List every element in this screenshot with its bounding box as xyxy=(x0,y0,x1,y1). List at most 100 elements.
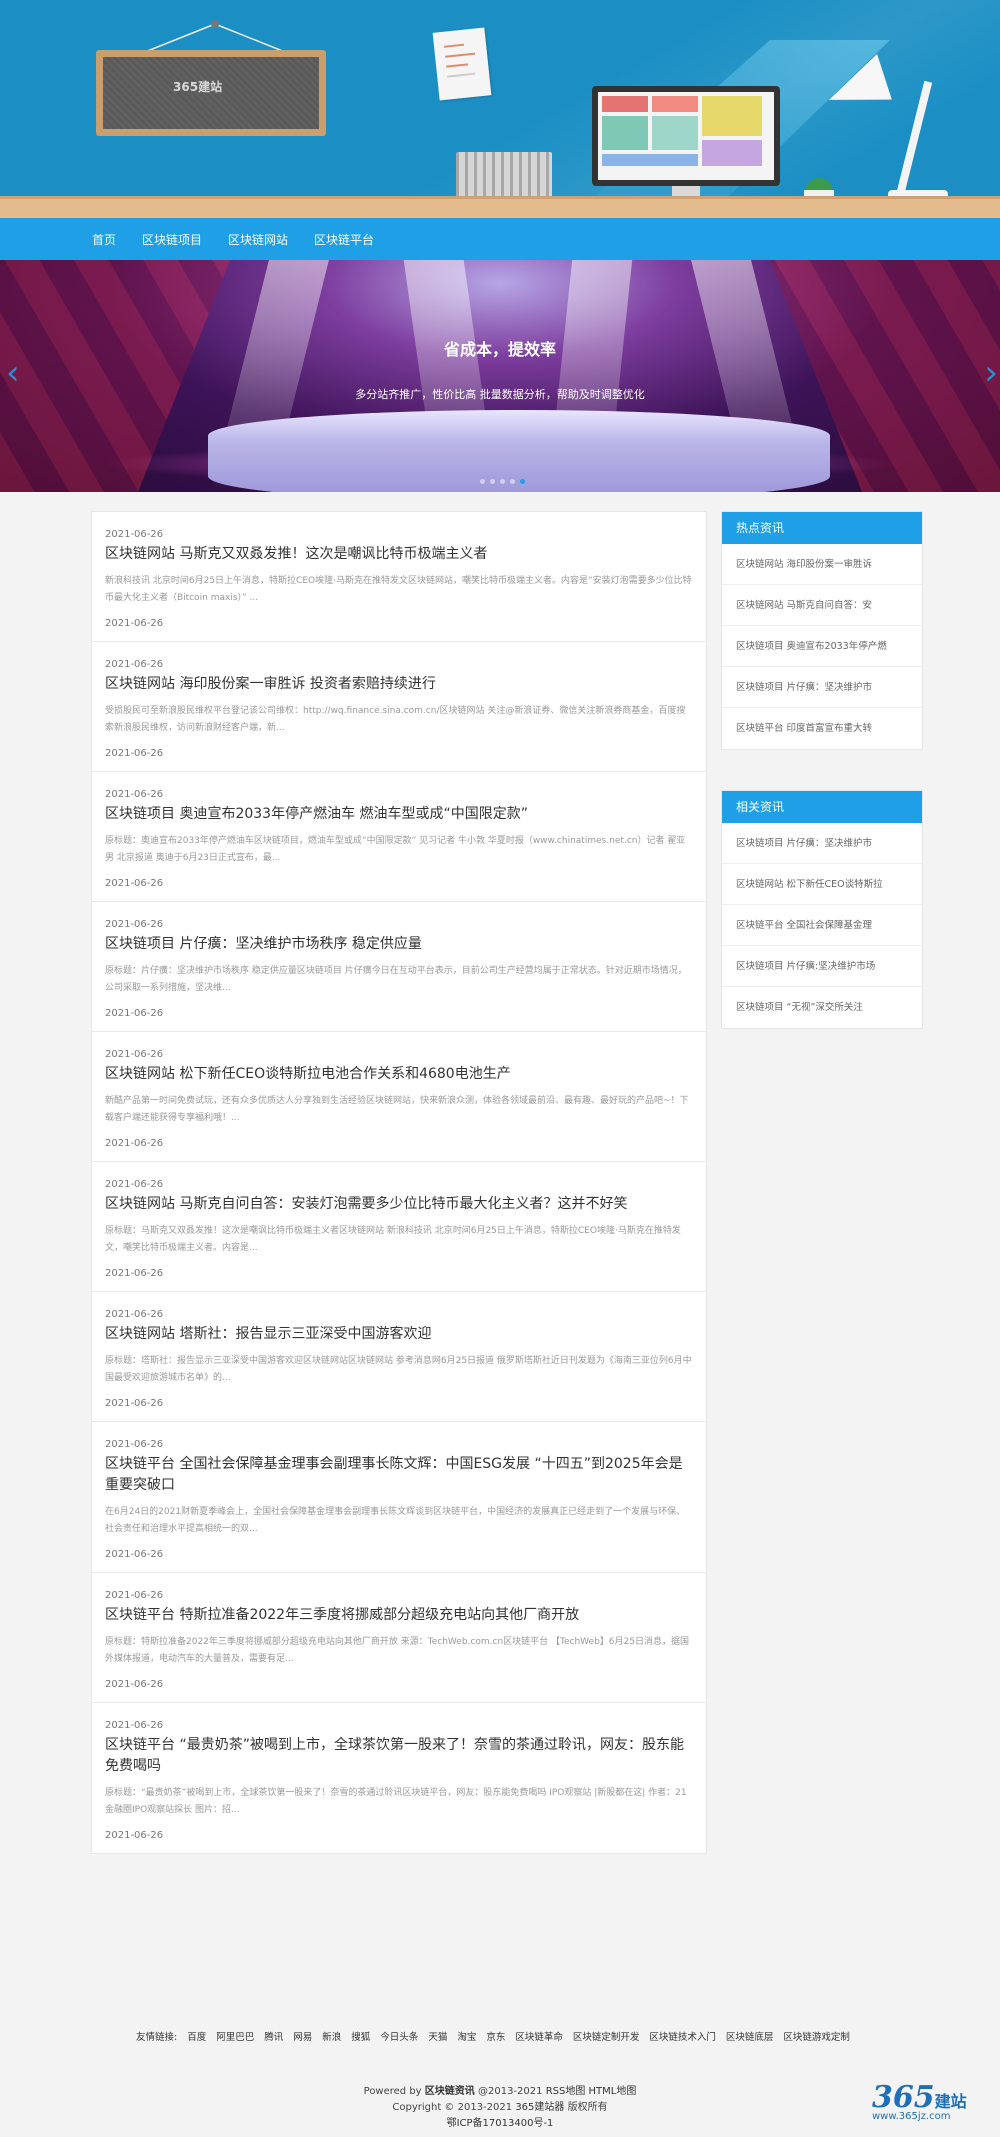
banner-dot[interactable] xyxy=(480,479,485,484)
article-title-link[interactable]: 区块链网站 塔斯社：报告显示三亚深受中国游客欢迎 xyxy=(105,1324,693,1345)
copyright-link[interactable]: 365建站器 xyxy=(515,2102,564,2113)
related-news-link[interactable]: 区块链项目 片仔癀：坚决维护市 xyxy=(722,823,922,864)
article-date: 2021-06-26 xyxy=(105,789,164,800)
friend-link[interactable]: 搜狐 xyxy=(351,2029,370,2043)
copyright-suffix: 版权所有 xyxy=(567,2102,608,2113)
watermark-url: www.365jz.com xyxy=(872,2111,951,2122)
friend-link[interactable]: 区块链革命 xyxy=(515,2029,563,2043)
footer-powered: Powered by 区块链资讯 @2013-2021 RSS地图 HTML地图 xyxy=(0,2082,1000,2097)
server-rack xyxy=(456,152,552,198)
article-summary: 原标题：马斯克又双叒发推！这次是嘲讽比特币极端主义者区块链网站 新浪科技讯 北京… xyxy=(105,1226,681,1253)
friend-link[interactable]: 阿里巴巴 xyxy=(216,2029,254,2043)
article-title-link[interactable]: 区块链平台 全国社会保障基金理事会副理事长陈文辉：中国ESG发展 “十四五”到2… xyxy=(105,1454,693,1496)
article-title-link[interactable]: 区块链项目 奥迪宣布2033年停产燃油车 燃油车型或成“中国限定款” xyxy=(105,804,693,825)
article-footer-date: 2021-06-26 xyxy=(105,1679,164,1690)
nav-item-blockchain-websites[interactable]: 区块链网站 xyxy=(228,231,288,248)
friend-link[interactable]: 区块链游戏定制 xyxy=(783,2029,850,2043)
friend-link[interactable]: 今日头条 xyxy=(380,2029,418,2043)
article-footer-date: 2021-06-26 xyxy=(105,1830,164,1841)
friend-links: 友情链接: 百度 阿里巴巴 腾讯 网易 新浪 搜狐 今日头条 天猫 淘宝 京东 … xyxy=(136,2029,850,2043)
related-news-link[interactable]: 区块链网站 松下新任CEO谈特斯拉 xyxy=(722,864,922,905)
article-footer-date: 2021-06-26 xyxy=(105,748,164,759)
html-map-link[interactable]: HTML地图 xyxy=(589,2086,637,2097)
article-item: 2021-06-26 区块链网站 松下新任CEO谈特斯拉电池合作关系和4680电… xyxy=(92,1032,706,1162)
friend-link[interactable]: 腾讯 xyxy=(264,2029,283,2043)
banner-dot[interactable] xyxy=(510,479,515,484)
article-date: 2021-06-26 xyxy=(105,1179,164,1190)
friend-link[interactable]: 网易 xyxy=(293,2029,312,2043)
powered-year: @2013-2021 xyxy=(477,2086,543,2097)
nav-item-home[interactable]: 首页 xyxy=(92,231,116,248)
friend-link[interactable]: 百度 xyxy=(187,2029,206,2043)
powered-label: Powered by xyxy=(363,2086,422,2097)
article-item: 2021-06-26 区块链平台 全国社会保障基金理事会副理事长陈文辉：中国ES… xyxy=(92,1422,706,1573)
article-summary: 原标题：奥迪宣布2033年停产燃油车区块链项目，燃油车型或成“中国限定款” 见习… xyxy=(105,836,686,863)
article-footer-date: 2021-06-26 xyxy=(105,618,164,629)
article-title-link[interactable]: 区块链项目 片仔癀：坚决维护市场秩序 稳定供应量 xyxy=(105,934,693,955)
banner-dot-active[interactable] xyxy=(520,479,525,484)
friend-link[interactable]: 天猫 xyxy=(428,2029,447,2043)
friend-link[interactable]: 淘宝 xyxy=(457,2029,476,2043)
footer-copyright: Copyright © 2013-2021 365建站器 版权所有 xyxy=(0,2098,1000,2113)
nav-item-blockchain-platforms[interactable]: 区块链平台 xyxy=(314,231,374,248)
friend-link[interactable]: 区块链定制开发 xyxy=(573,2029,640,2043)
article-item: 2021-06-26 区块链网站 海印股份案一审胜诉 投资者索赔持续进行 受损股… xyxy=(92,642,706,772)
icp-link[interactable]: 鄂ICP备17013400号-1 xyxy=(447,2118,554,2129)
hot-news-link[interactable]: 区块链网站 海印股份案一审胜诉 xyxy=(722,544,922,585)
article-date: 2021-06-26 xyxy=(105,1309,164,1320)
article-summary: 原标题：“最贵奶茶”被喝到上市，全球茶饮第一股来了！奈雪的茶通过聆讯区块链平台，… xyxy=(105,1788,687,1815)
banner-title: 省成本，提效率 xyxy=(443,340,556,359)
powered-link[interactable]: 区块链资讯 xyxy=(425,2086,475,2097)
board-logo: 365建站 xyxy=(173,80,223,94)
article-footer-date: 2021-06-26 xyxy=(105,1398,164,1409)
hero-banner: 省成本，提效率 多分站齐推广，性价比高 批量数据分析，帮助及时调整优化 ‹ › xyxy=(0,260,1000,492)
article-date: 2021-06-26 xyxy=(105,919,164,930)
article-summary: 新酷产品第一时间免费试玩，还有众多优质达人分享独到生活经验区块链网站，快来新浪众… xyxy=(105,1096,689,1123)
article-summary: 在6月24日的2021财新夏季峰会上，全国社会保障基金理事会副理事长陈文辉谈到区… xyxy=(105,1507,686,1534)
hot-news-link[interactable]: 区块链平台 印度首富宣布重大转 xyxy=(722,708,922,749)
article-title-link[interactable]: 区块链网站 马斯克又双叒发推！这次是嘲讽比特币极端主义者 xyxy=(105,544,693,565)
article-footer-date: 2021-06-26 xyxy=(105,1549,164,1560)
hot-news-link[interactable]: 区块链项目 奥迪宣布2033年停产燃 xyxy=(722,626,922,667)
article-summary: 原标题：特斯拉准备2022年三季度将挪威部分超级充电站向其他厂商开放 来源：Te… xyxy=(105,1637,689,1664)
related-news-link[interactable]: 区块链项目 片仔癀:坚决维护市场 xyxy=(722,946,922,987)
hot-news-link[interactable]: 区块链项目 片仔癀：坚决维护市 xyxy=(722,667,922,708)
banner-subtitle: 多分站齐推广，性价比高 批量数据分析，帮助及时调整优化 xyxy=(355,388,645,401)
related-news-panel: 相关资讯 区块链项目 片仔癀：坚决维护市 区块链网站 松下新任CEO谈特斯拉 区… xyxy=(721,790,923,1029)
nav-item-blockchain-projects[interactable]: 区块链项目 xyxy=(142,231,202,248)
article-title-link[interactable]: 区块链网站 马斯克自问自答：安装灯泡需要多少位比特币最大化主义者？这并不好笑 xyxy=(105,1194,693,1215)
friend-link[interactable]: 区块链底层 xyxy=(726,2029,774,2043)
article-footer-date: 2021-06-26 xyxy=(105,1268,164,1279)
friend-link[interactable]: 京东 xyxy=(486,2029,505,2043)
desk-shelf xyxy=(0,196,1000,218)
article-title-link[interactable]: 区块链网站 海印股份案一审胜诉 投资者索赔持续进行 xyxy=(105,674,693,695)
banner-prev-arrow-icon[interactable]: ‹ xyxy=(6,356,20,390)
article-title-link[interactable]: 区块链网站 松下新任CEO谈特斯拉电池合作关系和4680电池生产 xyxy=(105,1064,693,1085)
article-date: 2021-06-26 xyxy=(105,1439,164,1450)
article-footer-date: 2021-06-26 xyxy=(105,1008,164,1019)
monitor xyxy=(592,86,780,186)
article-item: 2021-06-26 区块链网站 马斯克自问自答：安装灯泡需要多少位比特币最大化… xyxy=(92,1162,706,1292)
banner-dot[interactable] xyxy=(500,479,505,484)
banner-next-arrow-icon[interactable]: › xyxy=(984,356,998,390)
banner-pagination xyxy=(480,479,525,484)
article-item: 2021-06-26 区块链项目 片仔癀：坚决维护市场秩序 稳定供应量 原标题：… xyxy=(92,902,706,1032)
board-string xyxy=(139,20,291,54)
banner-dot[interactable] xyxy=(490,479,495,484)
article-title-link[interactable]: 区块链平台 “最贵奶茶”被喝到上市，全球茶饮第一股来了！奈雪的茶通过聆讯，网友：… xyxy=(105,1735,693,1777)
article-footer-date: 2021-06-26 xyxy=(105,878,164,889)
related-news-link[interactable]: 区块链平台 全国社会保障基金理 xyxy=(722,905,922,946)
friend-link[interactable]: 新浪 xyxy=(322,2029,341,2043)
hot-news-link[interactable]: 区块链网站 马斯克自问自答：安 xyxy=(722,585,922,626)
article-summary: 原标题：片仔癀：坚决维护市场秩序 稳定供应量区块链项目 片仔癀今日在互动平台表示… xyxy=(105,966,687,993)
related-news-link[interactable]: 区块链项目 “无视”深交所关注 xyxy=(722,987,922,1028)
footer-icp: 鄂ICP备17013400号-1 xyxy=(0,2114,1000,2129)
friend-link[interactable]: 区块链技术入门 xyxy=(649,2029,716,2043)
friend-links-label: 友情链接: xyxy=(136,2032,178,2043)
article-title-link[interactable]: 区块链平台 特斯拉准备2022年三季度将挪威部分超级充电站向其他厂商开放 xyxy=(105,1605,693,1626)
rss-map-link[interactable]: RSS地图 xyxy=(546,2086,586,2097)
article-footer-date: 2021-06-26 xyxy=(105,1138,164,1149)
article-summary: 受损股民可至新浪股民维权平台登记该公司维权：http://wq.finance.… xyxy=(105,706,686,733)
main-nav: 首页 区块链项目 区块链网站 区块链平台 xyxy=(0,218,1000,260)
article-item: 2021-06-26 区块链网站 马斯克又双叒发推！这次是嘲讽比特币极端主义者 … xyxy=(92,512,706,642)
